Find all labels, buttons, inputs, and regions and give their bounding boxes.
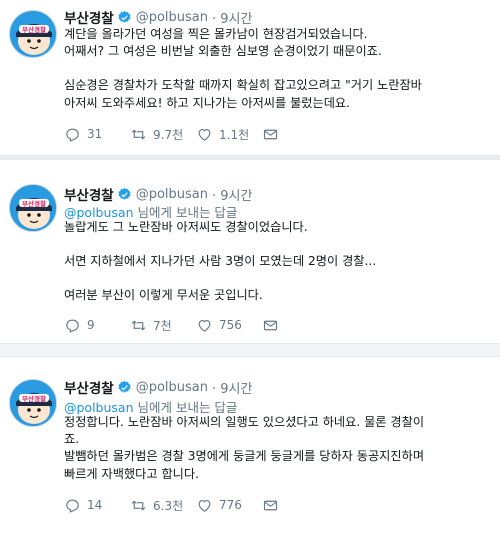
tweet-text: 정정합니다. 노란잠바 아저씨의 일행도 있으셨다고 하네요. 물론 경찰이 죠… xyxy=(64,414,494,483)
tweet[interactable]: 부산경찰 부산경찰 @polbusan · 9시간 @polbusan 님에게 … xyxy=(0,160,500,343)
like-button[interactable]: 776 xyxy=(196,497,262,514)
reply-icon xyxy=(66,319,79,333)
divider xyxy=(0,343,500,357)
retweet-count: 7천 xyxy=(153,318,172,333)
reply-mention-link[interactable]: @polbusan xyxy=(64,205,134,220)
envelope-icon xyxy=(263,500,278,510)
verified-badge-icon xyxy=(118,10,131,23)
retweet-button[interactable]: 6.3천 xyxy=(130,497,196,514)
timestamp[interactable]: · 9시간 xyxy=(212,185,252,204)
like-count: 1.1천 xyxy=(219,127,250,142)
tweet-line: 계단을 올라가던 여성을 찍은 몰카남이 현장검거되었습니다. xyxy=(64,27,368,41)
tweet-line: 어째서? 그 여성은 비번날 외출한 심보영 순경이었기 때문이죠. xyxy=(64,44,382,59)
tweet-line: 발뺌하던 몰카범은 경찰 3명에게 둥글게 둥글게를 당하자 동공지진하며 xyxy=(64,449,425,464)
dm-button[interactable] xyxy=(262,317,292,334)
dm-button[interactable] xyxy=(262,497,292,514)
heart-icon xyxy=(198,128,211,141)
avatar[interactable]: 부산경찰 xyxy=(9,379,57,427)
like-button[interactable]: 756 xyxy=(196,317,262,334)
retweet-icon xyxy=(131,319,146,331)
display-name[interactable]: 부산경찰 xyxy=(64,7,114,27)
tweet-line: 여러분 부산이 이렇게 무서운 곳입니다. xyxy=(64,288,263,303)
retweet-count: 9.7천 xyxy=(153,127,184,142)
reply-context-label: 님에게 보내는 답글 xyxy=(133,400,238,415)
envelope-icon xyxy=(263,320,278,330)
heart-icon xyxy=(198,319,211,332)
retweet-button[interactable]: 9.7천 xyxy=(130,126,196,143)
tweet-actions: 31 9.7천 1.1천 xyxy=(64,124,292,144)
tweet-text: 계단을 올라가던 여성을 찍은 몰카남이 현장검거되었습니다. 어째서? 그 여… xyxy=(64,26,494,112)
avatar[interactable]: 부산경찰 xyxy=(9,10,57,58)
handle[interactable]: @polbusan xyxy=(136,187,208,202)
tweet-line: 정정합니다. 노란잠바 아저씨의 일행도 있으셨다고 하네요. 물론 경찰이 xyxy=(64,415,425,429)
like-count: 776 xyxy=(219,498,242,512)
avatar-label: 부산경찰 xyxy=(22,199,46,208)
timestamp[interactable]: · 9시간 xyxy=(212,8,252,27)
handle[interactable]: @polbusan xyxy=(136,10,208,25)
retweet-icon xyxy=(131,128,146,140)
timestamp[interactable]: · 9시간 xyxy=(212,378,252,397)
tweet[interactable]: 부산경찰 부산경찰 @polbusan · 9시간 @polbusan 님에게 … xyxy=(0,357,500,538)
avatar-label: 부산경찰 xyxy=(22,25,46,34)
tweet-line: 서면 지하철에서 지나가던 사람 3명이 모였는데 2명이 경찰... xyxy=(64,254,377,269)
handle[interactable]: @polbusan xyxy=(136,380,208,395)
tweet[interactable]: 부산경찰 부산경찰 @polbusan · 9시간 계단을 올라가던 여성을 찍… xyxy=(0,0,500,155)
reply-button[interactable]: 31 xyxy=(64,126,130,143)
reply-count: 14 xyxy=(87,498,103,512)
tweet-actions: 14 6.3천 776 xyxy=(64,495,292,515)
display-name[interactable]: 부산경찰 xyxy=(64,377,114,397)
reply-button[interactable]: 9 xyxy=(64,317,130,334)
tweet-actions: 9 7천 756 xyxy=(64,315,292,335)
reply-button[interactable]: 14 xyxy=(64,497,130,514)
like-count: 756 xyxy=(219,318,242,332)
reply-count: 9 xyxy=(87,318,95,332)
tweet-header: 부산경찰 @polbusan · 9시간 xyxy=(64,184,252,205)
tweet-header: 부산경찰 @polbusan · 9시간 xyxy=(64,7,252,28)
dm-button[interactable] xyxy=(262,126,292,143)
tweet-line: 빠르게 자백했다고 합니다. xyxy=(64,466,199,481)
tweet-line: 아저씨 도와주세요! 하고 지나가는 아저씨를 불렀는데요. xyxy=(64,95,351,110)
verified-badge-icon xyxy=(118,187,131,200)
reply-context-label: 님에게 보내는 답글 xyxy=(133,205,238,220)
display-name[interactable]: 부산경찰 xyxy=(64,184,114,204)
reply-count: 31 xyxy=(87,127,103,141)
tweet-line: 놀랍게도 그 노란잠바 아저씨도 경찰이었습니다. xyxy=(64,220,308,234)
tweet-text: 놀랍게도 그 노란잠바 아저씨도 경찰이었습니다. 서면 지하철에서 지나가던 … xyxy=(64,219,494,305)
avatar[interactable]: 부산경찰 xyxy=(9,184,57,232)
heart-icon xyxy=(198,499,211,512)
tweet-line: 죠. xyxy=(64,432,80,447)
like-button[interactable]: 1.1천 xyxy=(196,126,262,143)
tweet-header: 부산경찰 @polbusan · 9시간 xyxy=(64,377,252,398)
envelope-icon xyxy=(263,129,278,139)
retweet-icon xyxy=(131,499,146,511)
retweet-button[interactable]: 7천 xyxy=(130,317,196,334)
tweet-line: 심순경은 경찰차가 도착할 때까지 확실히 잡고있으려고 "거기 노란잠바 xyxy=(64,78,422,93)
verified-badge-icon xyxy=(118,380,131,393)
retweet-count: 6.3천 xyxy=(153,498,184,513)
avatar-label: 부산경찰 xyxy=(22,394,46,403)
reply-mention-link[interactable]: @polbusan xyxy=(64,400,134,415)
reply-icon xyxy=(66,499,79,513)
reply-icon xyxy=(66,128,79,142)
